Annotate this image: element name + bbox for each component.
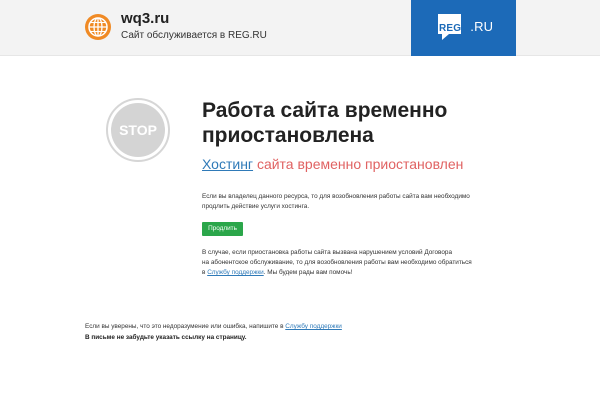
subtitle: Хостинг сайта временно приостановлен [202,156,463,172]
violation-line3-prefix: в [202,269,206,276]
footer-line2: В письме не забудьте указать ссылку на с… [85,334,247,341]
reg-ru-logo-block[interactable]: REG .RU [411,0,516,56]
reg-logo-suffix: .RU [470,19,494,34]
extend-button[interactable]: Продлить [202,222,243,236]
support-link[interactable]: Службу поддержки [207,269,264,276]
globe-icon [85,14,111,40]
subtitle-rest: сайта временно приостановлен [256,156,464,172]
owner-line2: продлить действие услуги хостинга. [202,203,310,210]
violation-line2: на абонентское обслуживание, то для возо… [202,259,472,266]
site-served-text: Сайт обслуживается в REG.RU [121,30,267,41]
reg-logo-text: REG .RU [439,19,509,34]
footer-line1: Если вы уверены, что это недоразумение и… [85,321,405,332]
top-header: wq3.ru Сайт обслуживается в REG.RU REG .R… [0,0,600,56]
stop-sign-icon: STOP [106,98,170,162]
site-domain: wq3.ru [121,10,170,27]
violation-line3-suffix: . Мы будем рады вам помочь! [263,269,353,276]
page-title-line1: Работа сайта временно [202,99,448,122]
footer-support-link[interactable]: Службу поддержки [285,323,342,330]
footer-line1-prefix: Если вы уверены, что это недоразумение и… [85,323,284,330]
owner-line1: Если вы владелец данного ресурса, то для… [202,193,470,200]
footer-note: Если вы уверены, что это недоразумение и… [85,321,405,343]
violation-line3: в Службу поддержки. Мы будем рады вам по… [202,268,502,278]
violation-line1: В случае, если приостановка работы сайта… [202,249,453,256]
owner-instructions: Если вы владелец данного ресурса, то для… [202,192,502,212]
violation-instructions: В случае, если приостановка работы сайта… [202,248,502,278]
reg-logo-brand: REG [439,23,462,34]
page-title-line2: приостановлена [202,124,374,147]
hosting-link[interactable]: Хостинг [202,156,253,172]
reg-ru-logo[interactable]: REG .RU [436,12,509,41]
page-title: Работа сайта временно приостановлена [202,98,532,148]
stop-sign-label: STOP [119,122,157,138]
